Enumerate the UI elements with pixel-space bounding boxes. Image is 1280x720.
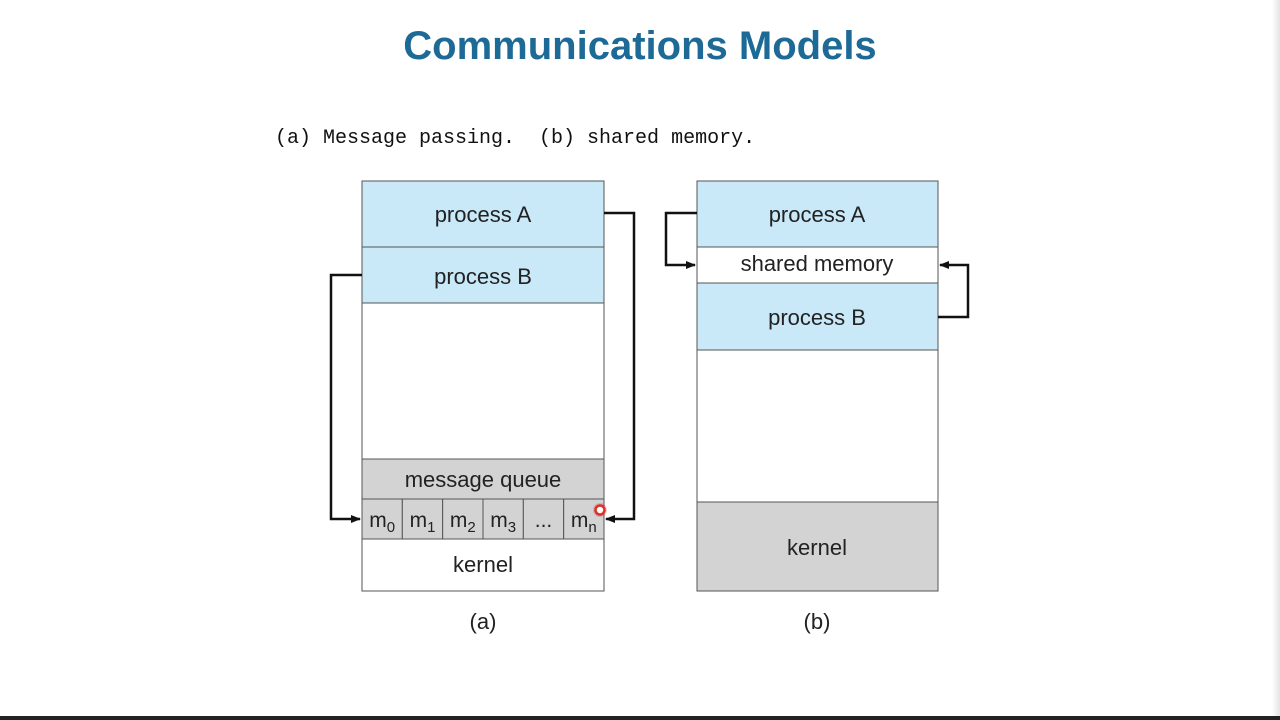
queue-slot-label: ... bbox=[535, 509, 553, 532]
message-queue-slots: m0 m1 m2 m3... mn bbox=[361, 498, 605, 540]
process-a-label-b: process A bbox=[769, 202, 866, 227]
arrow-process-a-to-shared-memory bbox=[664, 211, 697, 269]
caption-a: (a) bbox=[470, 609, 497, 634]
slide-edge-shadow bbox=[1272, 0, 1280, 716]
arrow-process-a-to-queue bbox=[604, 211, 636, 523]
process-b-label-b: process B bbox=[768, 305, 866, 330]
arrow-process-b-to-queue bbox=[329, 273, 362, 523]
arrow-process-b-to-shared-memory bbox=[938, 261, 970, 319]
caption-b: (b) bbox=[804, 609, 831, 634]
communication-models-diagram: process A process B message queue m0 m1 m2… bbox=[329, 180, 970, 634]
message-passing-diagram: process A process B message queue m0 m1 m2… bbox=[329, 180, 636, 634]
laser-pointer-cursor bbox=[593, 503, 607, 517]
shared-memory-diagram: process A shared memory process B kernel… bbox=[664, 180, 970, 634]
shared-memory-label: shared memory bbox=[741, 251, 894, 276]
kernel-label-a: kernel bbox=[453, 552, 513, 577]
process-a-label: process A bbox=[435, 202, 532, 227]
kernel-label-b: kernel bbox=[787, 535, 847, 560]
bottom-border bbox=[0, 716, 1280, 720]
process-b-label: process B bbox=[434, 264, 532, 289]
message-queue-label: message queue bbox=[405, 467, 562, 492]
